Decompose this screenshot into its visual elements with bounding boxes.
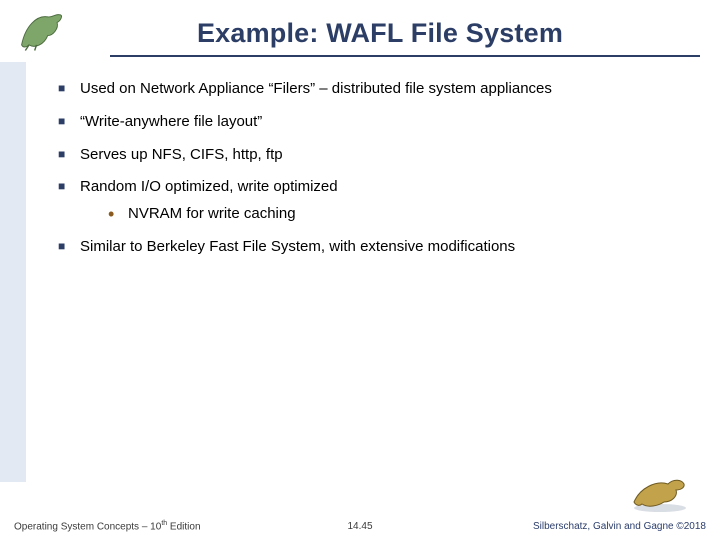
bullet-text: Random I/O optimized, write optimized — [80, 178, 338, 195]
sub-bullet-list: NVRAM for write caching — [108, 205, 690, 224]
list-item: Random I/O optimized, write optimized NV… — [58, 178, 690, 224]
bullet-text: NVRAM for write caching — [128, 205, 296, 222]
dinosaur-icon — [630, 474, 690, 512]
footer-left: Operating System Concepts – 10th Edition — [14, 520, 201, 532]
bullet-list: Used on Network Appliance “Filers” – dis… — [58, 80, 690, 257]
title-rule — [110, 55, 700, 58]
slide-header: Example: WAFL File System — [60, 10, 700, 66]
footer-center: 14.45 — [347, 521, 372, 532]
list-item: Similar to Berkeley Fast File System, wi… — [58, 238, 690, 257]
slide: Example: WAFL File System Used on Networ… — [0, 0, 720, 540]
footer-left-prefix: Operating System Concepts – 10 — [14, 521, 161, 532]
footer-right: Silberschatz, Galvin and Gagne ©2018 — [533, 521, 706, 532]
bullet-text: Similar to Berkeley Fast File System, wi… — [80, 238, 515, 255]
slide-title: Example: WAFL File System — [60, 18, 700, 49]
list-item: Serves up NFS, CIFS, http, ftp — [58, 146, 690, 165]
bullet-text: Used on Network Appliance “Filers” – dis… — [80, 80, 552, 97]
bullet-text: “Write-anywhere file layout” — [80, 113, 262, 130]
list-item: Used on Network Appliance “Filers” – dis… — [58, 80, 690, 99]
footer-left-suffix: Edition — [167, 521, 200, 532]
list-item: “Write-anywhere file layout” — [58, 113, 690, 132]
slide-content: Used on Network Appliance “Filers” – dis… — [58, 80, 690, 271]
sidebar-accent — [0, 62, 26, 482]
bullet-text: Serves up NFS, CIFS, http, ftp — [80, 146, 283, 163]
list-item: NVRAM for write caching — [108, 205, 690, 224]
